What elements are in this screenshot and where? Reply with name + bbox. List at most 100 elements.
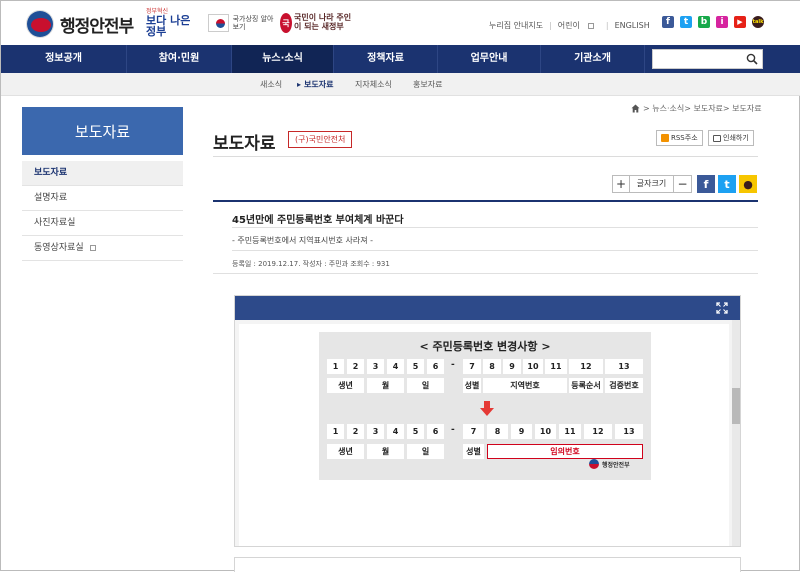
- main-nav: 정보공개 참여·민원 뉴스·소식 정책자료 업무안내 기관소개: [1, 45, 800, 73]
- next-page-preview: [234, 557, 741, 572]
- sitemap-link[interactable]: 누리집 안내지도: [489, 20, 543, 31]
- article-title: 45년만에 주민등록번호 부여체계 바꾼다: [232, 215, 404, 226]
- subnav-item-news[interactable]: 새소식: [260, 79, 282, 90]
- sidebar-heading: 보도자료: [22, 107, 183, 155]
- link-divider: |: [605, 21, 609, 30]
- sidebar-item-videos-label: 동영상자료실: [34, 243, 84, 253]
- label-cell: 지역번호: [483, 378, 567, 393]
- article-top-border: [213, 200, 758, 202]
- digit-cell: 2: [347, 359, 364, 374]
- blog-icon[interactable]: b: [698, 16, 710, 28]
- label-cell: 월: [367, 444, 404, 459]
- youtube-icon[interactable]: ▶: [734, 16, 746, 28]
- nav-item-business[interactable]: 업무안내: [438, 45, 540, 73]
- sidebar-item-photos[interactable]: 사진자료실: [22, 211, 183, 236]
- nav-divider: [644, 45, 645, 73]
- government-emblem-icon: [589, 459, 599, 469]
- label-cell: 검증번호: [605, 378, 643, 393]
- breadcrumb: > 뉴스·소식> 보도자료> 보도자료: [631, 103, 762, 114]
- digit-cell: 2: [347, 424, 364, 439]
- title-divider: [213, 156, 758, 157]
- legacy-agency-tag[interactable]: (구)국민안전처: [288, 131, 353, 148]
- logo-text: 행정안전부: [60, 16, 134, 37]
- viewer-scrollbar[interactable]: [732, 320, 740, 546]
- viewer-toolbar: [235, 296, 740, 320]
- banner-government-innovation[interactable]: 정부혁신 보다 나은 정부: [146, 9, 196, 38]
- site-logo[interactable]: 행정안전부: [26, 10, 134, 38]
- font-decrease-button[interactable]: −: [674, 175, 692, 193]
- search-input[interactable]: [652, 49, 763, 69]
- digit-cell: 3: [367, 424, 384, 439]
- print-button[interactable]: 인쇄하기: [708, 130, 754, 146]
- sidebar-item-explanation[interactable]: 설명자료: [22, 186, 183, 211]
- label-cell: 성별: [463, 378, 481, 393]
- label-cell: 성별: [463, 444, 484, 459]
- banner1-main-text: 보다 나은 정부: [146, 14, 191, 38]
- document-viewer[interactable]: < 주민등록번호 변경사항 > 1 2 3 4 5 6 - 7 8 9 10 1…: [234, 295, 741, 547]
- english-link[interactable]: ENGLISH: [615, 21, 650, 30]
- digit-cell: 12: [569, 359, 603, 374]
- digit-separator: -: [451, 425, 455, 435]
- breadcrumb-path[interactable]: > 뉴스·소식> 보도자료> 보도자료: [643, 103, 762, 114]
- nav-item-info-disclosure[interactable]: 정보공개: [1, 45, 126, 73]
- label-cell: 월: [367, 378, 404, 393]
- font-increase-button[interactable]: +: [612, 175, 630, 193]
- sidebar-item-press-release[interactable]: 보도자료: [22, 161, 183, 186]
- expand-icon[interactable]: [716, 302, 728, 314]
- rss-button[interactable]: RSS주소: [656, 130, 703, 146]
- infographic: < 주민등록번호 변경사항 > 1 2 3 4 5 6 - 7 8 9 10 1…: [319, 332, 651, 480]
- infographic-logo-text: 행정안전부: [602, 461, 630, 469]
- government-emblem-icon: [26, 10, 54, 38]
- top-bar: 행정안전부 정부혁신 보다 나은 정부 국가상징 알아보기 국 국민이 나라 주…: [1, 1, 800, 45]
- home-icon[interactable]: [631, 104, 640, 113]
- scrollbar-thumb[interactable]: [732, 388, 740, 424]
- digit-cell: 8: [483, 359, 501, 374]
- instagram-icon[interactable]: i: [716, 16, 728, 28]
- nav-item-participation[interactable]: 참여·민원: [127, 45, 231, 73]
- nav-item-news[interactable]: 뉴스·소식: [232, 45, 333, 73]
- banner-campaign[interactable]: 국 국민이 나라 주인이 되는 새정부: [280, 10, 358, 36]
- subnav-item-press-release[interactable]: 보도자료: [297, 79, 333, 90]
- digit-cell: 6: [427, 424, 444, 439]
- page-title: 보도자료: [213, 134, 276, 154]
- digit-cell: 13: [605, 359, 643, 374]
- font-size-label: 글자크기: [630, 175, 674, 193]
- subnav-item-promotion[interactable]: 홍보자료: [413, 79, 442, 90]
- rss-label: RSS주소: [671, 134, 698, 142]
- infographic-ministry-logo: 행정안전부: [589, 459, 630, 469]
- share-kakao-icon[interactable]: ●: [739, 175, 757, 193]
- print-icon: [713, 134, 721, 142]
- facebook-icon[interactable]: f: [662, 16, 674, 28]
- share-twitter-icon[interactable]: t: [718, 175, 736, 193]
- sidebar-item-videos[interactable]: 동영상자료실: [22, 236, 183, 261]
- banner-national-symbols[interactable]: 국가상징 알아보기: [208, 10, 278, 36]
- digit-cell: 5: [407, 424, 424, 439]
- random-number-cell: 임의번호: [487, 444, 643, 459]
- digit-cell: 4: [387, 359, 404, 374]
- nav-item-policy-materials[interactable]: 정책자료: [334, 45, 437, 73]
- digit-cell: 3: [367, 359, 384, 374]
- infographic-title: < 주민등록번호 변경사항 >: [419, 340, 551, 353]
- link-divider: |: [549, 21, 552, 30]
- label-cell: 일: [407, 444, 444, 459]
- social-links: f t b i ▶ talk: [662, 16, 764, 28]
- digit-cell: 9: [511, 424, 532, 439]
- nav-item-about[interactable]: 기관소개: [541, 45, 644, 73]
- subnav-item-local-news[interactable]: 지자체소식: [355, 79, 392, 90]
- digit-cell: 8: [487, 424, 508, 439]
- top-links: 누리집 안내지도 | 어린이 | ENGLISH: [489, 20, 656, 31]
- twitter-icon[interactable]: t: [680, 16, 692, 28]
- search-icon[interactable]: [746, 53, 758, 65]
- article-divider: [232, 250, 758, 251]
- digit-cell: 7: [463, 359, 481, 374]
- kids-link[interactable]: 어린이: [558, 20, 600, 31]
- share-facebook-icon[interactable]: f: [697, 175, 715, 193]
- label-cell: 생년: [327, 378, 364, 393]
- korean-flag-icon: [208, 14, 229, 32]
- label-cell: 생년: [327, 444, 364, 459]
- digit-separator: -: [451, 360, 455, 370]
- kakaotalk-icon[interactable]: talk: [752, 16, 764, 28]
- campaign-icon: 국: [280, 13, 292, 33]
- digit-cell: 5: [407, 359, 424, 374]
- digit-cell: 10: [535, 424, 556, 439]
